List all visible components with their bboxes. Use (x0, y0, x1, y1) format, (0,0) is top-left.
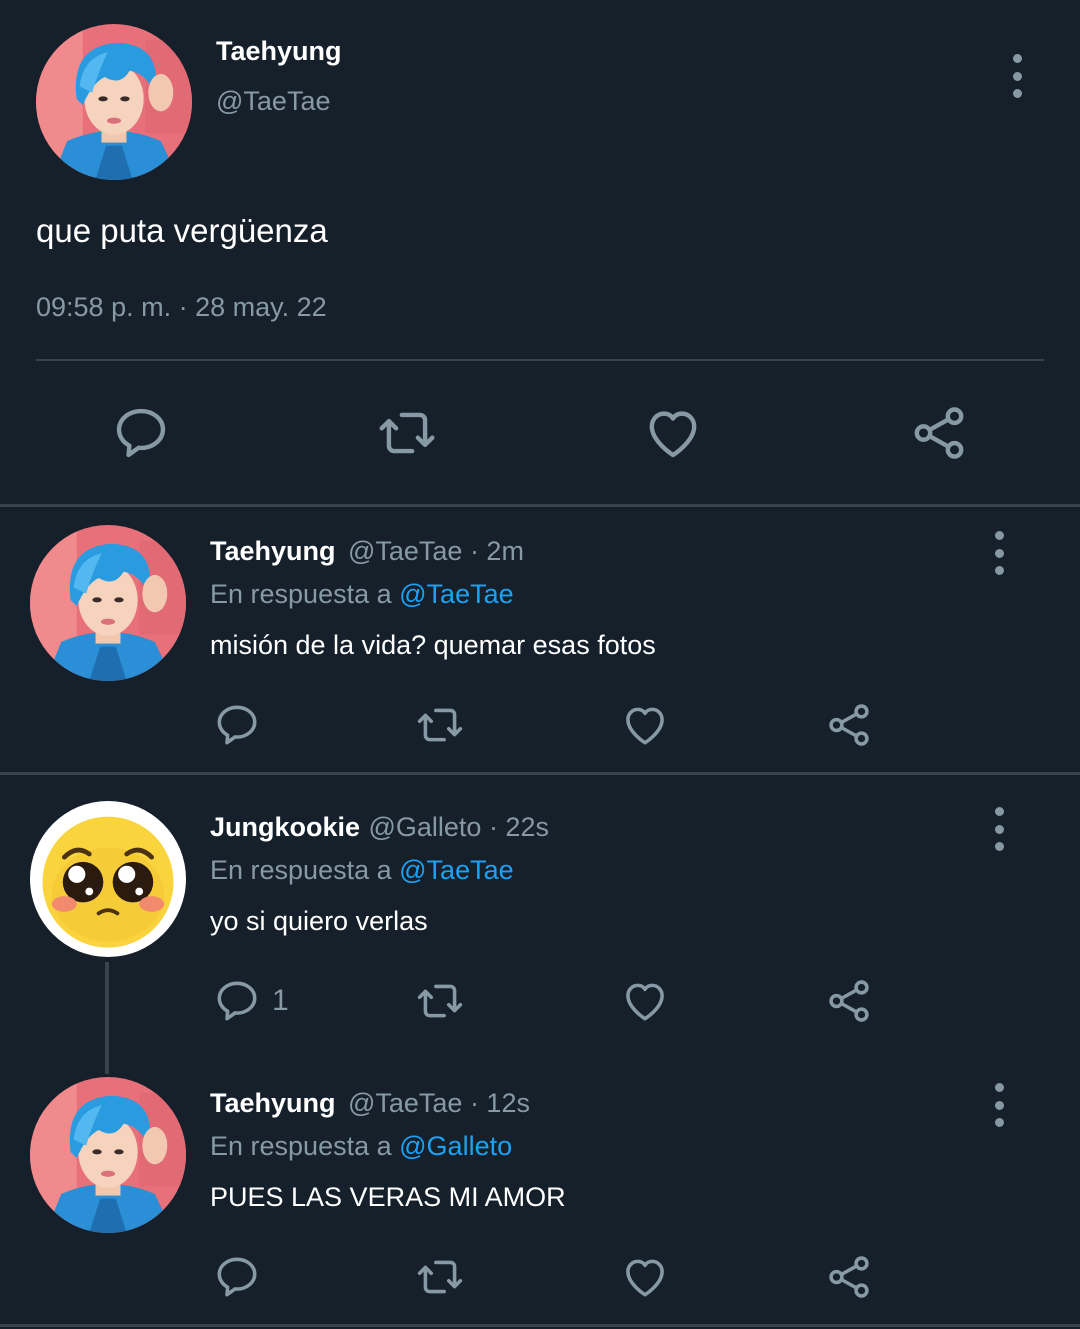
author-handle[interactable]: @TaeTae (216, 86, 330, 117)
share-icon[interactable] (908, 402, 970, 464)
reply-prefix: En respuesta a (210, 855, 392, 885)
avatar-image (36, 24, 192, 180)
avatar[interactable] (36, 24, 192, 180)
reply-count: 1 (272, 984, 289, 1017)
like-icon[interactable] (620, 976, 670, 1026)
author-name[interactable]: Taehyung (210, 536, 336, 566)
reply-prefix: En respuesta a (210, 579, 392, 609)
like-icon[interactable] (620, 1252, 670, 1302)
reply-icon[interactable] (212, 976, 262, 1026)
divider (0, 1324, 1080, 1327)
author-handle-time[interactable]: @Galleto · 22s (368, 812, 548, 842)
more-options-icon[interactable] (1005, 54, 1029, 98)
reply-context: En respuesta a @TaeTae (210, 579, 514, 610)
tweet-text: yo si quiero verlas (210, 906, 428, 936)
share-icon[interactable] (824, 1252, 874, 1302)
mention-link[interactable]: @TaeTae (399, 855, 513, 885)
author-name[interactable]: Taehyung (216, 36, 342, 67)
tweet-text: PUES LAS VERAS MI AMOR (210, 1182, 566, 1212)
author-name[interactable]: Taehyung (210, 1088, 336, 1118)
divider (36, 359, 1044, 361)
tweet-timestamp[interactable]: 09:58 p. m. · 28 may. 22 (36, 292, 327, 323)
avatar-image (30, 1077, 186, 1233)
reply-context: En respuesta a @TaeTae (210, 855, 514, 886)
reply-header: Jungkookie @Galleto · 22s (210, 812, 549, 843)
retweet-icon[interactable] (412, 976, 468, 1026)
reply-header: Taehyung @TaeTae · 2m (210, 536, 524, 567)
retweet-icon[interactable] (412, 1252, 468, 1302)
retweet-icon[interactable] (374, 402, 440, 464)
avatar[interactable] (30, 801, 186, 957)
avatar-image (30, 525, 186, 681)
tweet-text: que puta vergüenza (36, 212, 328, 249)
thread-line (105, 962, 109, 1074)
more-options-icon[interactable] (987, 1083, 1011, 1127)
like-icon[interactable] (620, 700, 670, 750)
more-options-icon[interactable] (987, 531, 1011, 575)
author-handle-time[interactable]: @TaeTae · 12s (348, 1088, 530, 1118)
avatar-image (30, 801, 186, 957)
author-name[interactable]: Jungkookie (210, 812, 360, 842)
reply-header: Taehyung @TaeTae · 12s (210, 1088, 530, 1119)
divider (0, 504, 1080, 507)
author-handle-time[interactable]: @TaeTae · 2m (348, 536, 524, 566)
share-icon[interactable] (824, 700, 874, 750)
divider (0, 772, 1080, 775)
reply-icon[interactable] (110, 402, 172, 464)
share-icon[interactable] (824, 976, 874, 1026)
mention-link[interactable]: @Galleto (399, 1131, 512, 1161)
retweet-icon[interactable] (412, 700, 468, 750)
more-options-icon[interactable] (987, 807, 1011, 851)
tweet-text: misión de la vida? quemar esas fotos (210, 630, 656, 660)
mention-link[interactable]: @TaeTae (399, 579, 513, 609)
reply-prefix: En respuesta a (210, 1131, 392, 1161)
avatar[interactable] (30, 525, 186, 681)
avatar[interactable] (30, 1077, 186, 1233)
reply-icon[interactable] (212, 1252, 262, 1302)
reply-context: En respuesta a @Galleto (210, 1131, 512, 1162)
like-icon[interactable] (642, 402, 704, 464)
reply-icon[interactable] (212, 700, 262, 750)
